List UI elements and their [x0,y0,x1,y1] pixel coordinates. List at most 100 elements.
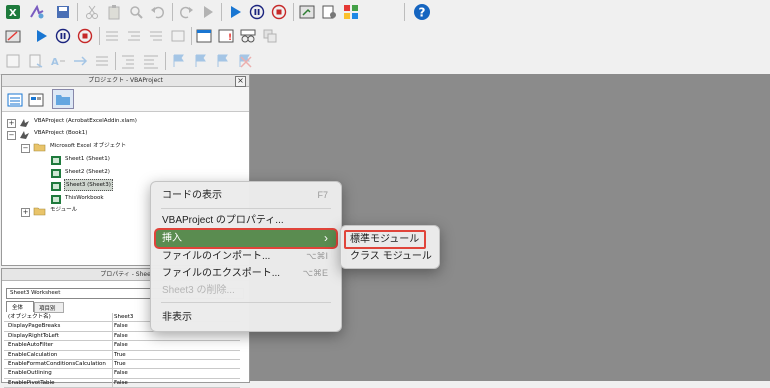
design-icon[interactable] [5,28,21,44]
folder-open-icon [33,143,46,152]
property-value[interactable]: False [114,322,128,330]
standard-toolbar: X ? [0,0,770,25]
toggle-breakpoint-icon[interactable] [104,28,120,44]
property-value[interactable]: False [114,379,128,387]
property-value[interactable]: True [114,360,126,368]
design-mode-icon[interactable] [299,4,315,20]
menu-item-label: Sheet3 の削除... [162,285,235,296]
property-name: EnableAutoFilter [8,342,54,349]
view-code-icon[interactable] [7,92,23,108]
tree-item-thisworkbook[interactable]: ThisWorkbook [65,193,104,203]
locals-window-icon[interactable] [196,28,212,44]
tab-all-label: 全体 [12,305,24,311]
menu-item-standard-module[interactable]: 標準モジュール [344,230,426,249]
menu-item-insert[interactable]: 挿入 › [156,230,336,247]
excel-icon[interactable]: X [5,4,21,20]
shortcut-label: ⌥⌘E [302,268,328,278]
property-row[interactable]: EnableAutoFilter False [4,341,240,351]
menu-item-view-code[interactable]: コードの表示 F7 [156,187,336,204]
menu-item-export-file[interactable]: ファイルのエクスポート... ⌥⌘E [156,265,336,282]
play-icon[interactable] [227,4,243,20]
property-row[interactable]: EnableOutlining False [4,369,240,379]
find-icon[interactable] [128,4,144,20]
tab-all[interactable]: 全体 [6,301,34,312]
immediate-window-icon[interactable]: ! [218,28,234,44]
cut-icon[interactable] [84,4,100,20]
workbook-icon [51,195,61,204]
menu-item-hide[interactable]: 非表示 [156,309,336,326]
step-icon[interactable] [200,4,216,20]
close-icon[interactable]: × [235,76,246,87]
property-value[interactable]: False [114,341,128,349]
menu-item-class-module[interactable]: クラス モジュール [344,248,434,265]
stop-icon[interactable] [271,4,287,20]
menu-item-project-properties[interactable]: VBAProject のプロパティ... [156,212,336,229]
view-object-icon[interactable] [28,92,44,108]
clear-bookmarks-icon[interactable] [237,53,253,69]
property-value[interactable]: False [114,369,128,377]
redo-icon[interactable] [178,4,194,20]
save-icon[interactable] [55,4,71,20]
run-macro-icon[interactable] [28,4,46,20]
property-row[interactable]: EnableCalculation True [4,350,240,360]
next-bookmark-icon[interactable] [193,53,209,69]
parameter-info-icon[interactable] [72,53,88,69]
expand-icon[interactable]: + [7,119,16,128]
edit-toolbar: A [0,48,770,75]
column-divider [112,378,113,388]
project-pane-title-text: プロジェクト - VBAProject [88,77,163,84]
list-properties-icon[interactable] [5,53,21,69]
help-icon[interactable]: ? [413,3,431,21]
menu-item-import-file[interactable]: ファイルのインポート... ⌥⌘I [156,248,336,265]
tree-item-book1[interactable]: VBAProject (Book1) [34,128,87,138]
debug-toolbar: ! [0,24,770,49]
tree-item-excel-objects[interactable]: Microsoft Excel オブジェクト [50,141,126,151]
collapse-icon[interactable]: − [21,144,30,153]
list-constants-icon[interactable] [28,53,44,69]
toggle-folders-icon[interactable] [52,89,74,109]
menu-item-remove-sheet: Sheet3 の削除... [156,282,336,299]
property-row[interactable]: EnableFormatConditionsCalculation True [4,359,240,370]
properties-icon[interactable] [321,4,337,20]
tree-item-sheet2[interactable]: Sheet2 (Sheet2) [65,167,110,177]
step-into-icon[interactable] [126,28,142,44]
pause-icon[interactable] [55,28,71,44]
tree-item-sheet1[interactable]: Sheet1 (Sheet1) [65,154,110,164]
menu-item-label: ファイルのエクスポート... [162,268,281,279]
property-row[interactable]: DisplayRightToLeft False [4,331,240,342]
quick-info-icon[interactable]: A [50,53,66,69]
menu-item-label: クラス モジュール [350,251,432,262]
previous-bookmark-icon[interactable] [215,53,231,69]
collapse-icon[interactable]: − [7,131,16,140]
paste-icon[interactable] [106,4,122,20]
outdent-icon[interactable] [142,53,160,69]
tree-item-addin[interactable]: VBAProject (AcrobatExcelAddin.xlam) [34,116,137,126]
undo-icon[interactable] [150,4,166,20]
complete-word-icon[interactable] [94,53,110,69]
sheet-icon [51,156,61,165]
property-value[interactable]: False [114,332,128,340]
svg-text:?: ? [419,6,426,20]
toggle-bookmark-icon[interactable] [171,53,187,69]
watch-window-icon[interactable] [240,28,256,44]
stop-icon[interactable] [77,28,93,44]
play-icon[interactable] [33,28,49,44]
step-out-icon[interactable] [170,28,186,44]
menu-item-label: 標準モジュール [350,234,420,245]
tree-item-modules[interactable]: モジュール [50,205,77,215]
vbaproject-icon [20,131,29,139]
step-over-icon[interactable] [148,28,164,44]
property-name: EnableOutlining [8,370,52,377]
property-row[interactable]: EnablePivotTable False [4,378,240,388]
sheet-icon [51,182,61,191]
tab-category[interactable]: 項目別 [34,302,64,313]
pause-icon[interactable] [249,4,265,20]
indent-icon[interactable] [120,53,136,69]
tree-item-sheet3-selected[interactable]: Sheet3 (Sheet3) [64,179,113,191]
menu-item-label: ファイルのインポート... [162,251,271,262]
property-value[interactable]: True [114,351,126,359]
property-value[interactable]: Sheet3 [114,313,133,321]
call-stack-icon[interactable] [262,28,278,44]
toolbox-icon[interactable] [343,4,359,20]
expand-icon[interactable]: + [21,208,30,217]
